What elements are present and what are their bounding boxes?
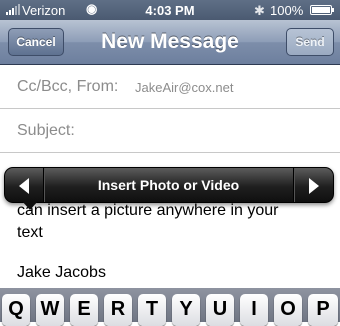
signature-text[interactable]: Jake Jacobs: [17, 264, 106, 282]
battery-percentage: 100%: [270, 3, 304, 18]
from-address: JakeAir@cox.net: [135, 80, 234, 95]
arrow-left-icon[interactable]: [19, 178, 29, 194]
keyboard: Q W E R T Y U I O P: [0, 288, 340, 326]
popup-pointer: [22, 201, 38, 210]
key-i[interactable]: I: [240, 294, 268, 326]
body-text-line[interactable]: text: [17, 224, 43, 242]
ccbcc-from-field[interactable]: Cc/Bcc, From: JakeAir@cox.net: [0, 65, 340, 109]
key-r[interactable]: R: [104, 294, 132, 326]
key-q[interactable]: Q: [2, 294, 30, 326]
key-w[interactable]: W: [36, 294, 64, 326]
status-bar: Verizon ◉ 4:03 PM ✱ 100%: [0, 0, 340, 20]
key-p[interactable]: P: [308, 294, 338, 326]
send-button[interactable]: Send: [286, 28, 334, 56]
battery-icon: [310, 5, 334, 15]
insert-photo-video-button[interactable]: Insert Photo or Video: [44, 177, 293, 193]
bluetooth-icon: ✱: [254, 3, 265, 18]
menu-divider: [293, 168, 294, 202]
edit-menu-popup: Insert Photo or Video: [4, 167, 334, 203]
subject-field[interactable]: Subject:: [0, 109, 340, 153]
subject-label: Subject:: [17, 122, 75, 139]
key-y[interactable]: Y: [172, 294, 200, 326]
arrow-right-icon[interactable]: [309, 178, 319, 194]
key-t[interactable]: T: [138, 294, 166, 326]
key-e[interactable]: E: [70, 294, 98, 326]
ccbcc-from-label: Cc/Bcc, From:: [17, 78, 119, 95]
body-text-line[interactable]: can insert a picture anywhere in your: [17, 202, 278, 220]
key-u[interactable]: U: [206, 294, 234, 326]
nav-bar: Cancel New Message Send: [0, 20, 340, 65]
key-o[interactable]: O: [274, 294, 302, 326]
